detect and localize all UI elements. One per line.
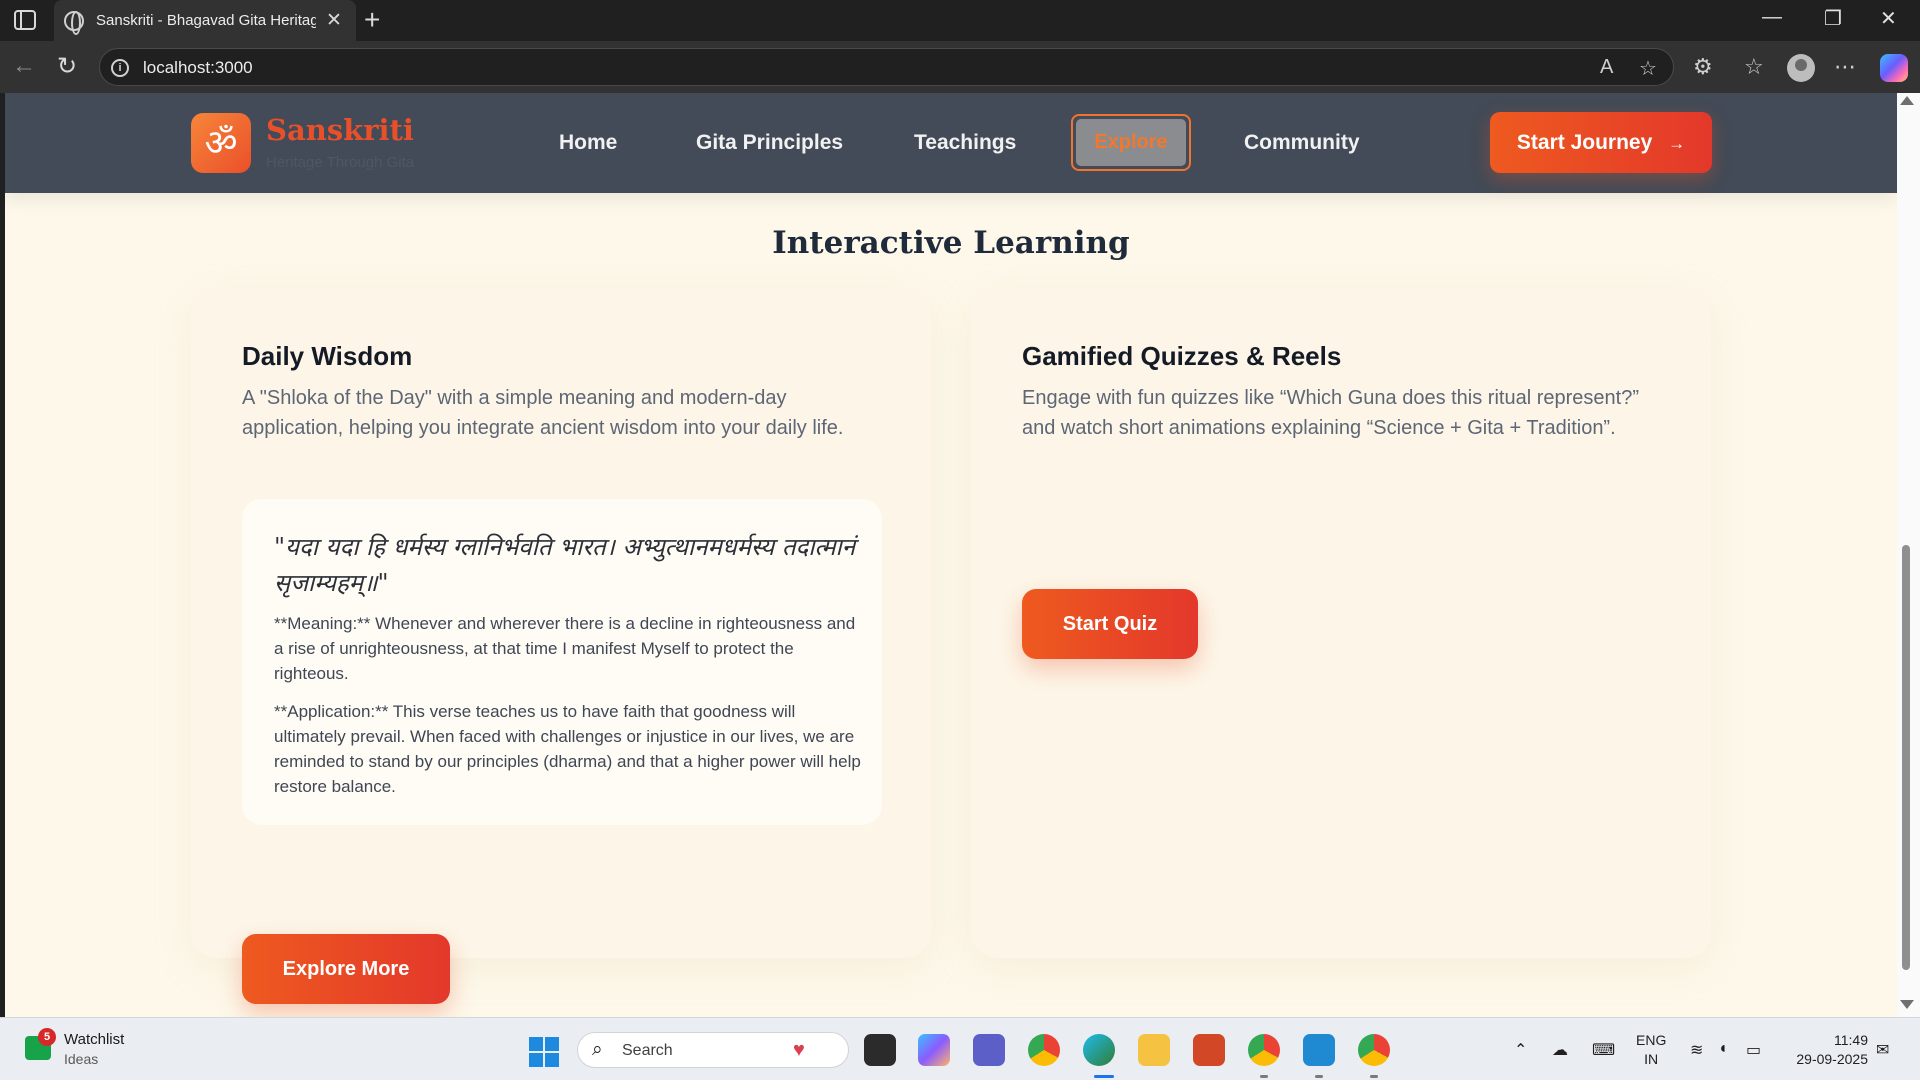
- brand-tagline: Heritage Through Gita: [266, 154, 415, 171]
- site-info-icon[interactable]: i: [111, 59, 129, 77]
- nav-explore-label[interactable]: Explore: [1076, 119, 1186, 166]
- nav-home[interactable]: Home: [559, 131, 617, 155]
- back-icon[interactable]: ←: [12, 52, 36, 80]
- daily-wisdom-heading: Daily Wisdom: [242, 341, 413, 371]
- daily-wisdom-description: A "Shloka of the Day" with a simple mean…: [242, 387, 844, 439]
- start-quiz-button[interactable]: Start Quiz: [1022, 589, 1198, 659]
- chrome-alt-indicator: [1370, 1075, 1378, 1078]
- url-text[interactable]: localhost:3000: [143, 58, 253, 78]
- chrome-profile-indicator: [1260, 1075, 1268, 1078]
- nav-gita-principles[interactable]: Gita Principles: [696, 131, 843, 155]
- chrome-alt-icon[interactable]: [1358, 1034, 1390, 1066]
- watchlist-title[interactable]: Watchlist: [64, 1031, 124, 1048]
- section-title: Interactive Learning: [772, 225, 1130, 261]
- system-clock[interactable]: 11:49 29-09-2025: [1782, 1031, 1868, 1069]
- clock-date: 29-09-2025: [1796, 1051, 1868, 1067]
- nav-community[interactable]: Community: [1244, 131, 1360, 155]
- language-code: ENG: [1636, 1032, 1667, 1048]
- powerpoint-icon[interactable]: [1193, 1034, 1225, 1066]
- edge-active-indicator: [1094, 1075, 1114, 1078]
- search-icon: ⌕: [592, 1039, 603, 1060]
- watchlist-badge: 5: [38, 1028, 56, 1046]
- watchlist-subtitle: Ideas: [64, 1051, 99, 1067]
- quizzes-card: Gamified Quizzes & Reels Engage with fun…: [971, 288, 1711, 958]
- scroll-down-arrow-icon[interactable]: [1900, 1000, 1914, 1009]
- show-hidden-icons-icon[interactable]: ⌃: [1514, 1040, 1527, 1060]
- wifi-icon[interactable]: ≋: [1690, 1040, 1703, 1060]
- chrome-icon[interactable]: [1028, 1034, 1060, 1066]
- windows-start-icon[interactable]: [529, 1037, 559, 1067]
- close-tab-icon[interactable]: ✕: [326, 9, 342, 32]
- scroll-up-arrow-icon[interactable]: [1900, 96, 1914, 105]
- quizzes-description: Engage with fun quizzes like “Which Guna…: [1022, 387, 1639, 439]
- file-explorer-icon[interactable]: [1138, 1034, 1170, 1066]
- brand-name[interactable]: Sanskriti: [266, 113, 414, 147]
- tab-title: Sanskriti - Bhagavad Gita Heritage: [96, 12, 316, 29]
- favorites-icon[interactable]: ☆: [1744, 54, 1764, 80]
- om-logo-icon[interactable]: ॐ: [191, 113, 251, 173]
- region-code: IN: [1644, 1051, 1659, 1067]
- task-view-icon[interactable]: [864, 1034, 896, 1066]
- extensions-icon[interactable]: ⚙: [1693, 54, 1713, 80]
- teams-icon[interactable]: [973, 1034, 1005, 1066]
- nav-explore[interactable]: Explore: [1071, 114, 1191, 171]
- browser-titlebar: Sanskriti - Bhagavad Gita Heritage ✕ + —…: [0, 0, 1920, 41]
- notifications-icon[interactable]: ✉: [1876, 1040, 1889, 1060]
- copilot-icon[interactable]: [1880, 54, 1908, 82]
- shloka-text: "यदा यदा हि धर्मस्य ग्लानिर्भवति भारत। अ…: [274, 533, 856, 597]
- quizzes-heading: Gamified Quizzes & Reels: [1022, 341, 1342, 371]
- language-indicator[interactable]: ENG IN: [1636, 1031, 1666, 1069]
- onedrive-icon[interactable]: ☁: [1552, 1040, 1568, 1060]
- browser-tab[interactable]: Sanskriti - Bhagavad Gita Heritage ✕: [54, 0, 356, 41]
- keyboard-icon[interactable]: ⌨: [1592, 1040, 1615, 1060]
- shloka-application: **Application:** This verse teaches us t…: [274, 702, 861, 796]
- new-tab-icon[interactable]: +: [364, 4, 380, 36]
- reload-icon[interactable]: ↻: [57, 52, 77, 81]
- globe-icon: [64, 11, 84, 35]
- favorite-star-icon[interactable]: ☆: [1639, 56, 1657, 81]
- shloka-meaning: **Meaning:** Whenever and wherever there…: [274, 614, 856, 683]
- profile-avatar-icon[interactable]: [1787, 54, 1815, 82]
- scrollbar-thumb[interactable]: [1902, 545, 1910, 970]
- read-aloud-icon[interactable]: A: [1600, 56, 1613, 79]
- tab-actions-icon[interactable]: [14, 10, 36, 30]
- search-highlight-icon: ♥: [793, 1039, 805, 1061]
- address-bar[interactable]: i localhost:3000 A ☆: [99, 48, 1674, 86]
- arrow-right-icon: →: [1668, 134, 1686, 153]
- restore-icon[interactable]: ❐: [1824, 6, 1842, 31]
- clock-time: 11:49: [1834, 1032, 1868, 1048]
- battery-icon[interactable]: ▭: [1746, 1040, 1761, 1060]
- taskbar-search-placeholder: Search: [622, 1042, 673, 1059]
- vscode-indicator: [1315, 1075, 1323, 1078]
- chrome-profile-icon[interactable]: [1248, 1034, 1280, 1066]
- start-journey-label: Start Journey: [1516, 131, 1653, 154]
- windows-taskbar: 5 Watchlist Ideas ⌕ Search ♥ ⌃ ☁ ⌨ ENG I…: [0, 1017, 1920, 1080]
- nav-teachings[interactable]: Teachings: [914, 131, 1016, 155]
- minimize-icon[interactable]: —: [1762, 6, 1782, 29]
- close-window-icon[interactable]: ✕: [1880, 6, 1897, 31]
- volume-icon[interactable]: ◖: [1718, 1040, 1728, 1058]
- daily-wisdom-card: Daily Wisdom A "Shloka of the Day" with …: [191, 288, 931, 1004]
- taskbar-search[interactable]: ⌕ Search ♥: [577, 1032, 849, 1068]
- site-header: ॐ Sanskriti Heritage Through Gita Home G…: [5, 93, 1897, 193]
- start-journey-button[interactable]: Start Journey →: [1490, 112, 1712, 173]
- edge-icon[interactable]: [1083, 1034, 1115, 1066]
- more-menu-icon[interactable]: ⋯: [1834, 54, 1856, 80]
- browser-toolbar: ← ↻ i localhost:3000 A ☆ ⚙ ☆ ⋯: [0, 41, 1920, 93]
- explore-more-button[interactable]: Explore More: [242, 934, 450, 1004]
- shloka-box: "यदा यदा हि धर्मस्य ग्लानिर्भवति भारत। अ…: [242, 499, 882, 825]
- vscode-icon[interactable]: [1303, 1034, 1335, 1066]
- page-viewport: ॐ Sanskriti Heritage Through Gita Home G…: [5, 93, 1897, 1017]
- copilot-app-icon[interactable]: [918, 1034, 950, 1066]
